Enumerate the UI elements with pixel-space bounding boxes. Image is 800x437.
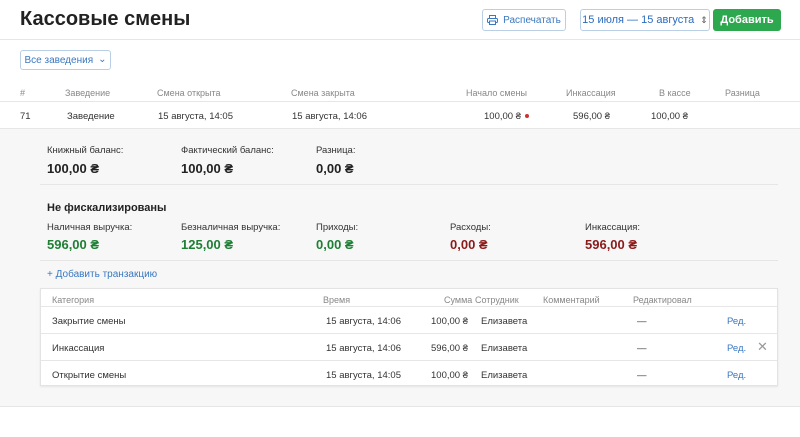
- col-header-collection[interactable]: Инкассация: [566, 88, 616, 98]
- add-transaction-link[interactable]: + Добавить транзакцию: [47, 269, 157, 280]
- diff-label: Разница:: [316, 145, 356, 156]
- page-title: Кассовые смены: [20, 8, 191, 30]
- tx-edited: —: [637, 370, 647, 381]
- row-closed: 15 августа, 14:06: [292, 111, 367, 122]
- collection-value: 596,00 ₴: [585, 237, 638, 252]
- expense-label: Расходы:: [450, 222, 491, 233]
- edit-link[interactable]: Ред.: [727, 316, 746, 327]
- col-header-in-cash[interactable]: В кассе: [659, 88, 691, 98]
- tx-col-comment: Комментарий: [543, 295, 600, 305]
- row-collection: 596,00 ₴: [573, 111, 610, 122]
- date-range-select[interactable]: 15 июля — 15 августа ⇕: [580, 9, 710, 31]
- up-down-arrows-icon: ⇕: [700, 14, 708, 25]
- income-label: Приходы:: [316, 222, 359, 233]
- tx-time: 15 августа, 14:06: [326, 343, 401, 354]
- row-num: 71: [20, 111, 31, 122]
- venue-filter-label: Все заведения: [24, 54, 94, 66]
- edit-link[interactable]: Ред.: [727, 370, 746, 381]
- table-row[interactable]: Инкассация 15 августа, 14:06 596,00 ₴ Ел…: [41, 333, 777, 360]
- tx-sum: 596,00 ₴: [431, 343, 468, 354]
- col-header-venue[interactable]: Заведение: [65, 88, 110, 98]
- tx-employee: Елизавета: [481, 370, 528, 381]
- income-value: 0,00 ₴: [316, 237, 354, 252]
- print-button-label: Распечатать: [503, 14, 561, 26]
- venue-filter-dropdown[interactable]: Все заведения ⌄: [20, 50, 111, 70]
- tx-col-edited: Редактировал: [633, 295, 692, 305]
- section-title: Не фискализированы: [47, 202, 167, 214]
- diff-value: 0,00 ₴: [316, 161, 354, 176]
- date-range-label: 15 июля — 15 августа: [582, 14, 695, 26]
- transactions-table: Категория Время Сумма Сотрудник Коммента…: [40, 288, 778, 386]
- book-balance-label: Книжный баланс:: [47, 145, 124, 156]
- noncash-revenue-value: 125,00 ₴: [181, 237, 234, 252]
- printer-icon: [487, 15, 499, 25]
- col-header-start[interactable]: Начало смены: [466, 88, 527, 98]
- chevron-down-icon: ⌄: [98, 54, 107, 65]
- row-venue: Заведение: [67, 111, 115, 122]
- tx-sum: 100,00 ₴: [431, 316, 468, 327]
- actual-balance-label: Фактический баланс:: [181, 145, 274, 156]
- add-button[interactable]: Добавить: [713, 9, 781, 31]
- cash-revenue-label: Наличная выручка:: [47, 222, 133, 233]
- tx-edited: —: [637, 316, 647, 327]
- tx-category: Открытие смены: [52, 370, 127, 381]
- edit-link[interactable]: Ред.: [727, 343, 746, 354]
- tx-edited: —: [637, 343, 647, 354]
- tx-time: 15 августа, 14:06: [326, 316, 401, 327]
- tx-col-sum: Сумма: [444, 295, 473, 305]
- col-header-num[interactable]: #: [20, 88, 25, 98]
- noncash-revenue-label: Безналичная выручка:: [181, 222, 281, 233]
- page-header: Кассовые смены Распечатать 15 июля — 15 …: [0, 0, 800, 40]
- tx-employee: Елизавета: [481, 316, 528, 327]
- col-header-diff[interactable]: Разница: [725, 88, 760, 98]
- row-start: 100,00 ₴: [484, 111, 529, 122]
- tx-time: 15 августа, 14:05: [326, 370, 401, 381]
- tx-col-time: Время: [323, 295, 351, 305]
- tx-category: Закрытие смены: [52, 316, 126, 327]
- print-button[interactable]: Распечатать: [482, 9, 566, 31]
- divider: [40, 184, 778, 185]
- actual-balance-value: 100,00 ₴: [181, 161, 234, 176]
- collection-label: Инкассация:: [585, 222, 641, 233]
- cash-revenue-value: 596,00 ₴: [47, 237, 100, 252]
- tx-col-employee: Сотрудник: [475, 295, 519, 305]
- tx-sum: 100,00 ₴: [431, 370, 468, 381]
- warning-dot-icon: [524, 114, 529, 119]
- col-header-opened[interactable]: Смена открыта: [157, 88, 221, 98]
- tx-col-category: Категория: [52, 295, 95, 305]
- row-opened: 15 августа, 14:05: [158, 111, 233, 122]
- divider: [40, 260, 778, 261]
- row-in-cash: 100,00 ₴: [651, 111, 688, 122]
- shift-detail-panel: Книжный баланс: 100,00 ₴ Фактический бал…: [0, 128, 800, 407]
- row-start-value: 100,00 ₴: [484, 111, 521, 122]
- table-row[interactable]: Открытие смены 15 августа, 14:05 100,00 …: [41, 360, 777, 387]
- expense-value: 0,00 ₴: [450, 237, 488, 252]
- tx-employee: Елизавета: [481, 343, 528, 354]
- close-icon[interactable]: ✕: [757, 339, 768, 355]
- table-header-divider: [0, 101, 800, 102]
- col-header-closed[interactable]: Смена закрыта: [291, 88, 355, 98]
- book-balance-value: 100,00 ₴: [47, 161, 100, 176]
- table-row[interactable]: Закрытие смены 15 августа, 14:06 100,00 …: [41, 306, 777, 333]
- tx-category: Инкассация: [52, 343, 105, 354]
